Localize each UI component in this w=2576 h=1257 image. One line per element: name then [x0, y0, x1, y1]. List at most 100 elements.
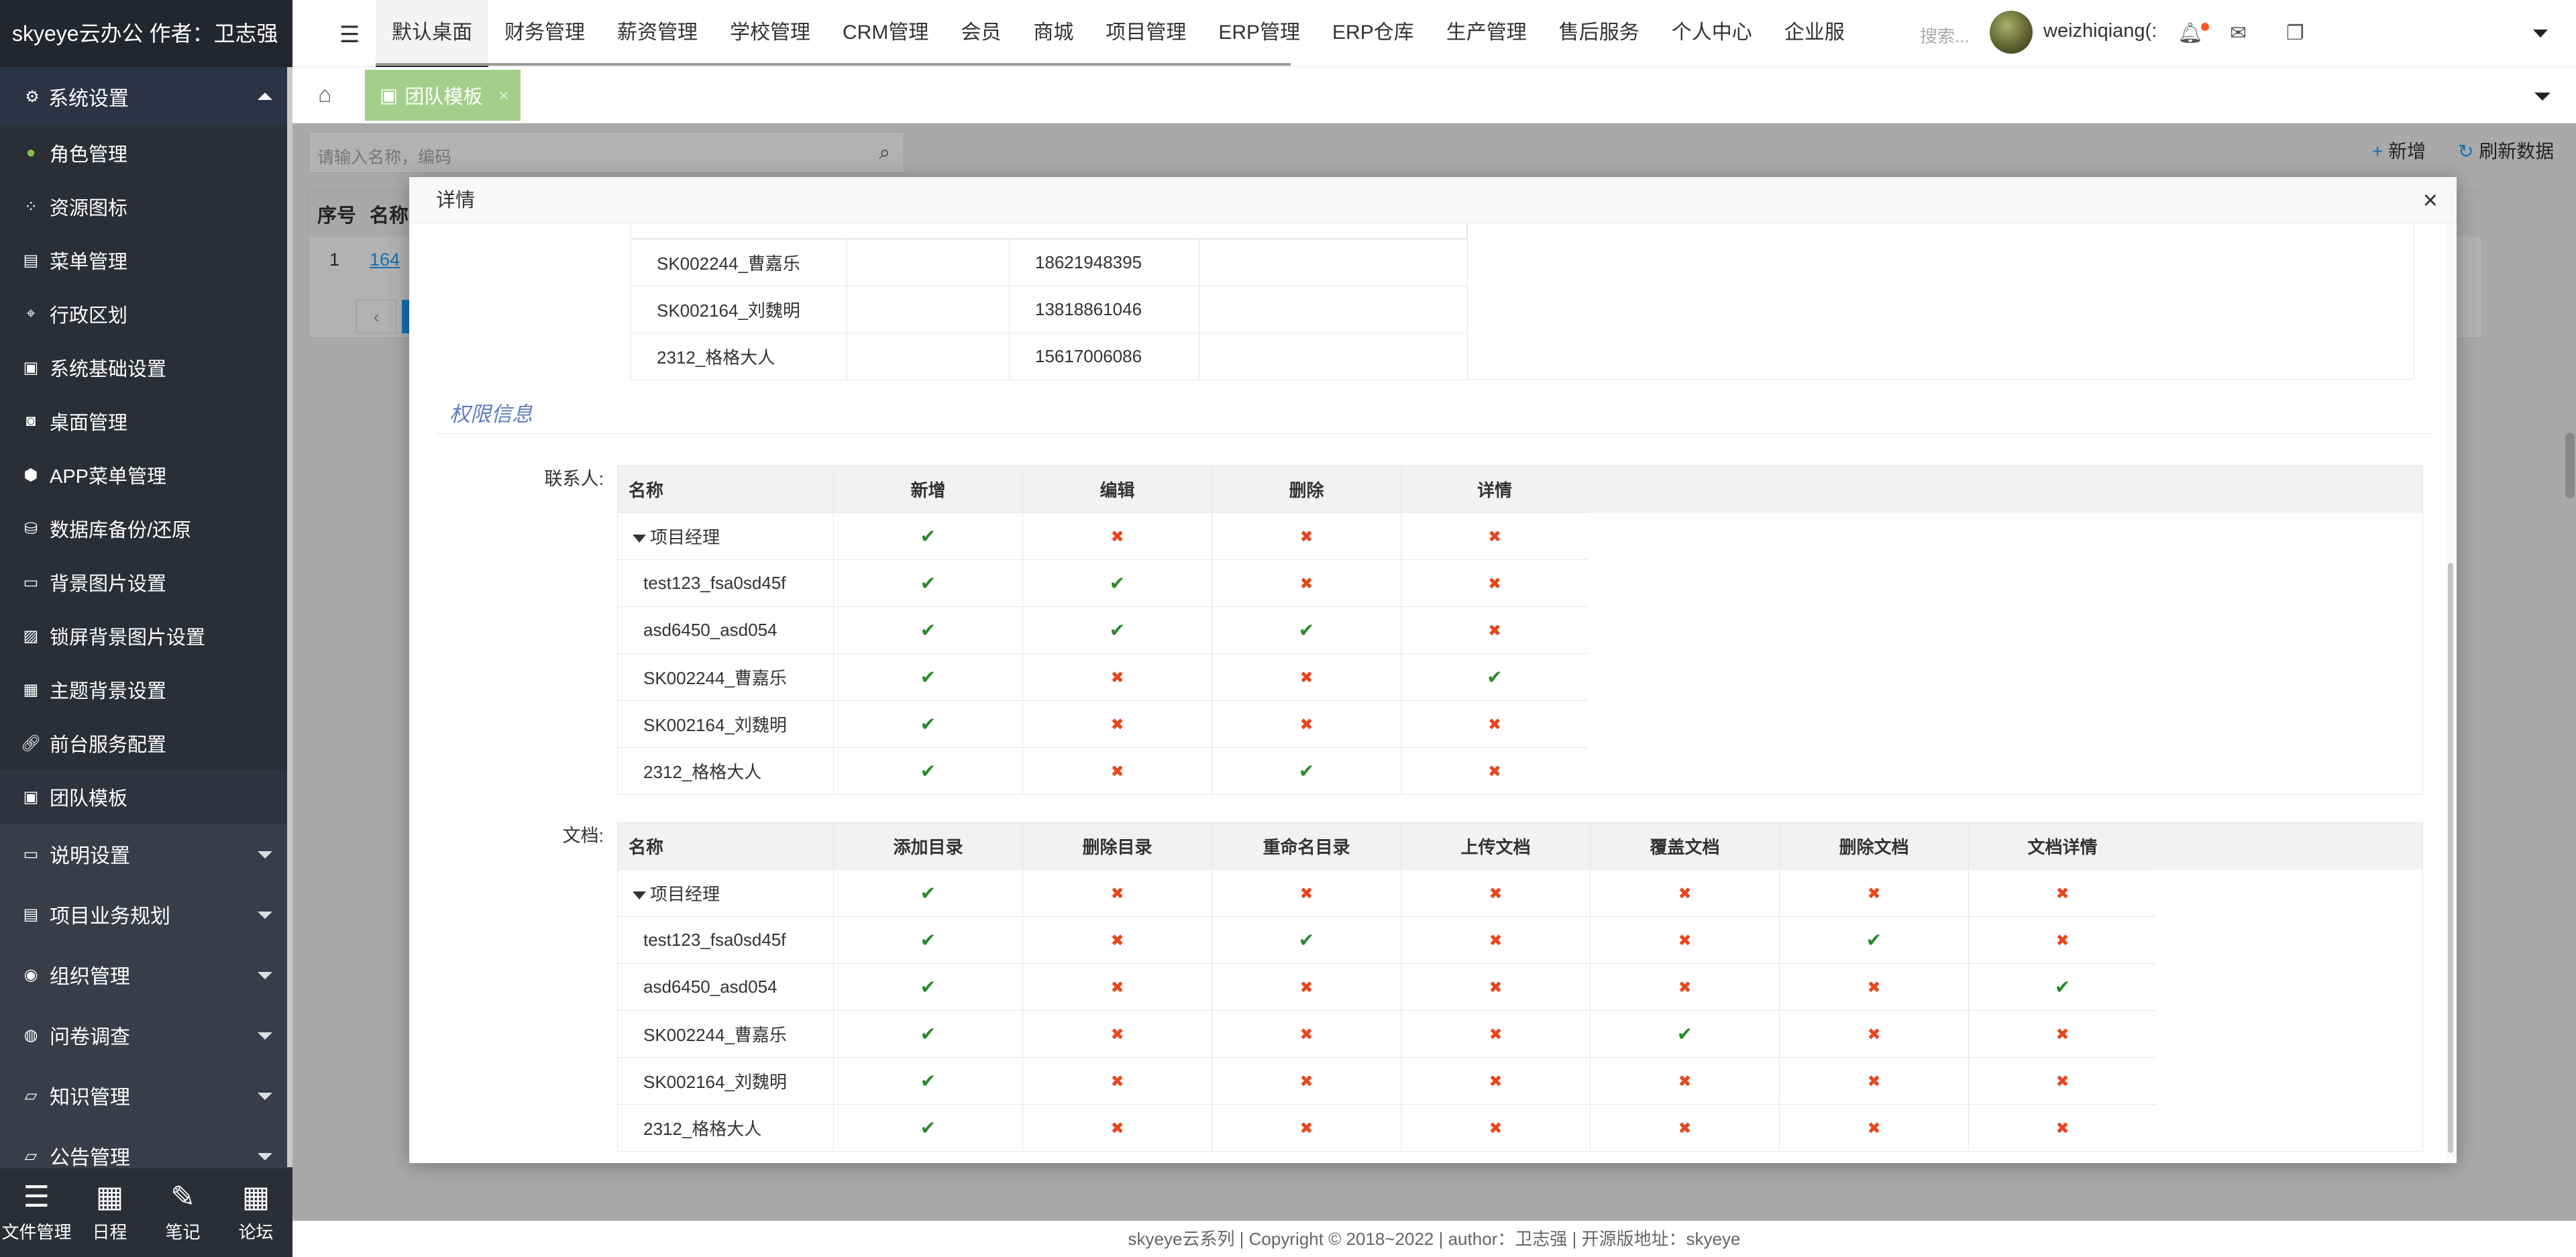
col-header: 添加目录	[833, 822, 1023, 870]
sidebar-item[interactable]: ⬢ APP菜单管理	[0, 448, 292, 502]
row-name-text: SK002164_刘魏明	[643, 1072, 787, 1092]
page-scrollbar-thumb[interactable]	[2565, 433, 2575, 498]
window-icon[interactable]: ❐	[2286, 21, 2304, 45]
sidebar-item[interactable]: ⁘ 资源图标	[0, 180, 292, 233]
database-icon: ⛁	[23, 519, 38, 538]
row-name-text: 2312_格格大人	[643, 762, 762, 782]
top-nav-item[interactable]: 商城	[1017, 0, 1089, 67]
bell-icon[interactable]: 🔔︎	[2178, 21, 2203, 45]
sidebar-item[interactable]: ◙ 桌面管理	[0, 394, 292, 448]
table-header: 名称 新增 编辑 删除 详情	[617, 466, 1589, 513]
brand-title: skyeye云办公 作者：卫志强	[0, 0, 292, 67]
table-row: SK002164_刘魏明 ✔ ✖ ✖ ✖	[617, 700, 1589, 748]
sidebar-group[interactable]: ▤ 项目业务规划	[0, 884, 292, 944]
dock-item-label: 文件管理	[1, 1221, 72, 1242]
sidebar-item[interactable]: ▣ 团队模板	[0, 770, 292, 824]
top-nav-item[interactable]: CRM管理	[826, 0, 945, 67]
row-name[interactable]: 项目经理	[617, 512, 834, 560]
top-nav-item[interactable]: 售后服务	[1543, 0, 1656, 67]
contact-perm-table: 名称 新增 编辑 删除 详情 项目经理 ✔ ✖ ✖ ✖ test123_fsa0sd45f ✔ ✔ ✖ ✖…	[617, 466, 1589, 795]
mail-icon[interactable]: ✉	[2230, 21, 2247, 45]
top-nav-item[interactable]: 默认桌面	[376, 0, 488, 67]
perm-cell: ✔	[1968, 963, 2157, 1011]
calendar-icon: ▦	[95, 1180, 124, 1213]
cross-icon: ✖	[1867, 1073, 1881, 1091]
top-nav-item[interactable]: 个人中心	[1656, 0, 1768, 67]
col-header: 覆盖文档	[1590, 822, 1780, 870]
sidebar-item[interactable]: ▭ 背景图片设置	[0, 555, 292, 609]
top-nav-item[interactable]: 财务管理	[488, 0, 601, 67]
section-divider	[436, 433, 2430, 434]
perm-cell: ✖	[1022, 869, 1212, 917]
top-nav-item[interactable]: 生产管理	[1430, 0, 1543, 67]
modal-scrollbar[interactable]	[2446, 224, 2457, 1163]
perm-cell: ✖	[1022, 747, 1212, 795]
sidebar-scrollbar[interactable]	[287, 67, 292, 1167]
top-nav-item[interactable]: 薪资管理	[601, 0, 714, 67]
sidebar-item[interactable]: ▨ 锁屏背景图片设置	[0, 609, 292, 663]
check-icon: ✔	[920, 573, 936, 594]
top-nav-item[interactable]: 会员	[945, 0, 1017, 67]
link-icon: 🔗︎	[20, 734, 42, 753]
sidebar-item[interactable]: ● 角色管理	[0, 126, 292, 180]
dock-item[interactable]: ▦ 日程	[73, 1168, 146, 1257]
dock-item[interactable]: ☰ 文件管理	[0, 1168, 73, 1257]
perm-cell: ✔	[833, 1104, 1023, 1152]
caret-down-icon[interactable]	[633, 535, 646, 543]
sidebar-group-label: 组织管理	[50, 966, 130, 988]
tab-close-icon[interactable]: ×	[498, 85, 508, 106]
contacts-table-clipped-row	[631, 224, 1467, 239]
notification-dot	[2201, 23, 2209, 31]
folder-icon: ▱	[24, 1146, 38, 1165]
avatar[interactable]	[1990, 11, 2033, 54]
sidebar-group[interactable]: ▱ 知识管理	[0, 1065, 292, 1126]
tab-team-template[interactable]: ▣ 团队模板 ×	[365, 70, 521, 121]
home-icon[interactable]: ⌂	[318, 82, 332, 108]
table-cell	[1199, 239, 1468, 286]
dock-item[interactable]: ▦ 论坛	[219, 1168, 292, 1257]
row-name: 2312_格格大人	[617, 747, 834, 795]
row-name: SK002164_刘魏明	[617, 1057, 834, 1105]
sidebar-scrollbar-thumb[interactable]	[287, 67, 292, 1167]
monitor-icon: ▭	[23, 844, 39, 863]
row-name: asd6450_asd054	[617, 606, 834, 654]
sidebar-group[interactable]: ◍ 问卷调查	[0, 1005, 292, 1065]
row-name: SK002244_曹嘉乐	[617, 1010, 834, 1058]
menu-toggle-icon[interactable]: ☰	[339, 21, 360, 48]
row-name[interactable]: 项目经理	[617, 869, 834, 917]
perm-cell: ✖	[1022, 700, 1212, 748]
top-nav-item[interactable]: 项目管理	[1089, 0, 1202, 67]
sidebar-group[interactable]: ▭ 说明设置	[0, 824, 292, 884]
check-icon: ✔	[920, 1071, 936, 1091]
sidebar-group[interactable]: ◉ 组织管理	[0, 944, 292, 1005]
table-row: 2312_格格大人 ✔ ✖ ✔ ✖	[617, 747, 1589, 795]
global-search-input[interactable]: 搜索...	[1920, 23, 1970, 48]
table-row: 项目经理 ✔ ✖ ✖ ✖	[617, 512, 1589, 560]
sidebar-item[interactable]: ▦ 主题背景设置	[0, 663, 292, 716]
sidebar-item[interactable]: 🔗︎ 前台服务配置	[0, 716, 292, 770]
top-nav-item[interactable]: 企业服	[1768, 0, 1861, 67]
username[interactable]: weizhiqiang(:	[2043, 20, 2157, 42]
dock-item[interactable]: ✎ 笔记	[146, 1168, 219, 1257]
perm-cell: ✖	[1590, 1057, 1780, 1105]
caret-down-icon[interactable]	[633, 891, 646, 900]
menu-group-system-settings[interactable]: ⚙ 系统设置	[0, 67, 292, 126]
modal-scrollbar-thumb[interactable]	[2448, 563, 2453, 1153]
cross-icon: ✖	[1110, 1119, 1124, 1138]
top-nav-item[interactable]: ERP仓库	[1316, 0, 1430, 67]
sidebar-item[interactable]: ⛁ 数据库备份/还原	[0, 502, 292, 555]
sidebar-item[interactable]: ⌖ 行政区划	[0, 287, 292, 341]
cross-icon: ✖	[2055, 1026, 2070, 1044]
top-nav-item[interactable]: 学校管理	[714, 0, 826, 67]
perm-cell: ✔	[833, 653, 1023, 701]
top-nav-item[interactable]: ERP管理	[1202, 0, 1316, 67]
perm-cell: ✖	[1968, 916, 2157, 964]
sidebar-item[interactable]: ▣ 系统基础设置	[0, 341, 292, 394]
tab-dropdown-icon[interactable]	[2534, 93, 2551, 101]
close-icon[interactable]: ×	[2423, 177, 2438, 224]
sidebar-item-label: 菜单管理	[50, 252, 128, 273]
modal-body: SK002244_曹嘉乐 18621948395 SK002164_刘魏明 13818…	[409, 224, 2457, 1163]
user-caret-icon[interactable]	[2533, 30, 2548, 38]
cross-icon: ✖	[1489, 1026, 1503, 1044]
sidebar-item[interactable]: ▤ 菜单管理	[0, 233, 292, 287]
